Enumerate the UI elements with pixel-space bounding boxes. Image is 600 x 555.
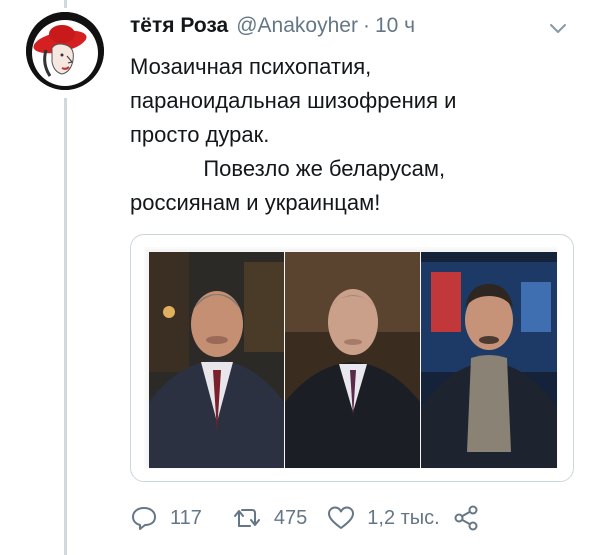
tweet-actions: 117 475 1,2 тыс. xyxy=(130,500,480,536)
retweet-count: 475 xyxy=(273,506,308,529)
reply-count: 117 xyxy=(170,506,202,529)
reply-icon xyxy=(132,507,156,530)
thread-line xyxy=(64,98,67,555)
photo-middle xyxy=(285,252,420,468)
avatar-image xyxy=(26,12,104,90)
tweet-image[interactable] xyxy=(144,247,558,469)
author-name[interactable]: тётя Роза xyxy=(130,14,228,38)
chevron-down-icon xyxy=(550,24,566,33)
author-handle[interactable]: @Anakoyher xyxy=(236,14,358,38)
like-button[interactable]: 1,2 тыс. xyxy=(327,505,440,531)
heart-icon xyxy=(328,506,355,529)
avatar[interactable] xyxy=(26,12,104,90)
reply-button[interactable]: 117 xyxy=(130,505,202,531)
share-icon xyxy=(454,505,478,531)
retweet-icon xyxy=(233,509,260,527)
tweet-text: Мозаичная психопатия, параноидальная шиз… xyxy=(130,54,457,215)
tweet-header: тётя Роза @Anakoyher · 10 ч xyxy=(130,14,415,44)
tweet-menu-button[interactable] xyxy=(546,20,570,38)
retweet-button[interactable]: 475 xyxy=(232,505,307,531)
timestamp[interactable]: 10 ч xyxy=(375,14,415,38)
separator-dot: · xyxy=(362,14,370,37)
photo-left xyxy=(149,252,284,468)
like-count: 1,2 тыс. xyxy=(367,506,440,529)
photo-right xyxy=(421,252,557,468)
thread-line-top xyxy=(64,0,67,8)
share-button[interactable] xyxy=(452,504,480,532)
